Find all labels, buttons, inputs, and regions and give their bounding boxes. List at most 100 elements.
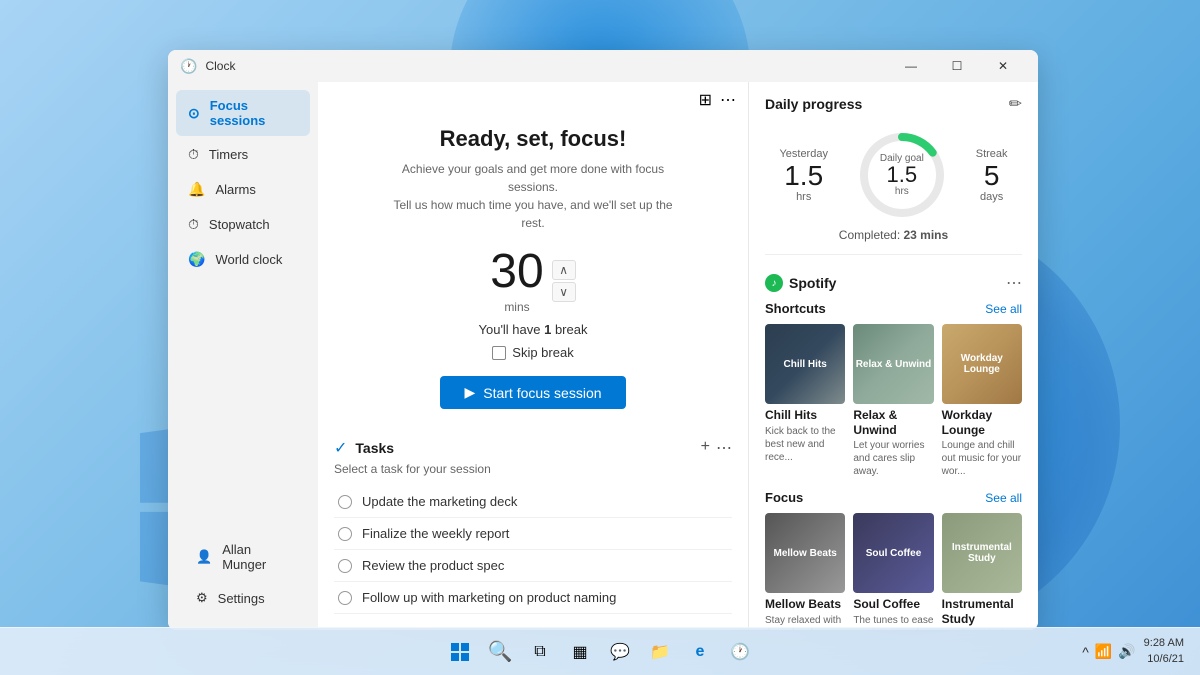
progress-section: Daily progress ✏ Yesterday 1.5 hrs [749,82,1038,263]
tasks-title: Tasks [355,440,394,456]
sidebar-item-world-clock-label: World clock [215,252,282,267]
task-radio-3[interactable] [338,559,352,573]
sidebar-item-stopwatch-label: Stopwatch [209,217,270,232]
instrumental-study-thumb-text: Instrumental Study [942,513,1022,593]
streak-stat: Streak 5 days [976,148,1008,203]
tasks-add-icon[interactable]: + [701,438,710,458]
music-card-soul-coffee[interactable]: Soul Coffee Soul Coffee The tunes to eas… [853,513,933,630]
main-content: ⊞ ⋯ Ready, set, focus! Achieve your goal… [318,82,1038,630]
skip-break-label: Skip break [512,345,573,360]
shortcuts-label: Shortcuts [765,301,826,316]
taskbar-start-button[interactable] [442,634,478,670]
spotify-more-icon[interactable]: ⋯ [1006,273,1022,293]
play-icon: ▶ [464,384,475,401]
task-item[interactable]: Follow up with marketing on product nami… [334,582,732,614]
instrumental-study-name: Instrumental Study [942,597,1022,626]
taskbar-time[interactable]: 9:28 AM 10/6/21 [1144,636,1184,667]
clock-window: 🕐 Clock — ☐ ✕ ⊙ Focus sessions ⏱ Timers … [168,50,1038,630]
sidebar-settings[interactable]: ⚙ Settings [184,582,302,614]
taskbar-task-view-icon[interactable]: ⧉ [522,634,558,670]
spotify-section: ♪ Spotify ⋯ Shortcuts See all Chill Hits [749,263,1038,630]
mellow-beats-thumbnail: Mellow Beats [765,513,845,593]
focus-subtitle: Achieve your goals and get more done wit… [393,160,673,232]
time-decrement-button[interactable]: ∨ [552,282,576,302]
focus-expand-icon[interactable]: ⊞ [699,90,712,110]
stopwatch-icon: ⏱ [188,216,199,233]
sidebar-item-focus-sessions[interactable]: ⊙ Focus sessions [176,90,310,136]
focus-more-icon[interactable]: ⋯ [720,90,736,110]
soul-coffee-thumbnail: Soul Coffee [853,513,933,593]
task-item[interactable]: Update the marketing deck [334,486,732,518]
system-tray-expand-icon[interactable]: ^ [1082,644,1089,660]
spotify-name: Spotify [789,275,836,291]
yesterday-value: 1.5 [779,162,828,190]
relax-unwind-thumbnail: Relax & Unwind [853,324,933,404]
chill-hits-desc: Kick back to the best new and rece... [765,425,845,464]
music-card-chill-hits[interactable]: Chill Hits Chill Hits Kick back to the b… [765,324,845,478]
sidebar-item-stopwatch[interactable]: ⏱ Stopwatch [176,208,310,241]
titlebar-title: Clock [205,59,880,73]
progress-section-header: Daily progress ✏ [765,94,1022,114]
focus-see-all-link[interactable]: See all [985,491,1022,505]
maximize-button[interactable]: ☐ [934,50,980,82]
time-value: 30 [490,248,543,296]
time-unit: mins [490,300,543,314]
spotify-title-row: ♪ Spotify [765,274,836,292]
start-btn-label: Start focus session [483,385,601,401]
skip-break-row: Skip break [492,345,573,360]
instrumental-study-thumbnail: Instrumental Study [942,513,1022,593]
music-card-instrumental-study[interactable]: Instrumental Study Instrumental Study A … [942,513,1022,630]
music-card-mellow-beats[interactable]: Mellow Beats Mellow Beats Stay relaxed w… [765,513,845,630]
minimize-button[interactable]: — [888,50,934,82]
alarms-icon: 🔔 [188,181,205,198]
task-item[interactable]: Finalize the weekly report [334,518,732,550]
soul-coffee-name: Soul Coffee [853,597,933,611]
focus-header-actions: ⊞ ⋯ [699,90,736,110]
volume-icon[interactable]: 🔊 [1118,643,1135,660]
taskbar-clock-icon[interactable]: 🕐 [722,634,758,670]
titlebar-app-icon: 🕐 [180,58,197,75]
sidebar-profile[interactable]: 👤 Allan Munger [184,534,302,580]
close-button[interactable]: ✕ [980,50,1026,82]
taskbar-widgets-icon[interactable]: ▦ [562,634,598,670]
time-selector: 30 mins ∧ ∨ [490,248,575,314]
sidebar: ⊙ Focus sessions ⏱ Timers 🔔 Alarms ⏱ Sto… [168,82,318,630]
task-text-3: Review the product spec [362,558,504,573]
tasks-check-icon: ✓ [334,438,347,458]
yesterday-stat: Yesterday 1.5 hrs [779,148,828,203]
task-radio-1[interactable] [338,495,352,509]
task-radio-4[interactable] [338,591,352,605]
relax-unwind-name: Relax & Unwind [853,408,933,437]
titlebar-controls: — ☐ ✕ [888,50,1026,82]
sidebar-item-world-clock[interactable]: 🌍 World clock [176,243,310,276]
task-text-4: Follow up with marketing on product nami… [362,590,616,605]
sidebar-settings-label: Settings [218,591,265,606]
task-item[interactable]: Review the product spec [334,550,732,582]
tasks-more-icon[interactable]: ⋯ [716,438,732,458]
taskbar-date-display: 10/6/21 [1144,652,1184,667]
daily-goal-unit: hrs [880,186,924,197]
sidebar-item-timers[interactable]: ⏱ Timers [176,138,310,171]
taskbar-file-explorer-icon[interactable]: 📁 [642,634,678,670]
skip-break-checkbox[interactable] [492,346,506,360]
taskbar-edge-icon[interactable]: e [682,634,718,670]
task-text-1: Update the marketing deck [362,494,517,509]
shortcuts-see-all-link[interactable]: See all [985,302,1022,316]
relax-unwind-thumb-text: Relax & Unwind [853,324,933,404]
music-card-relax-unwind[interactable]: Relax & Unwind Relax & Unwind Let your w… [853,324,933,478]
workday-lounge-name: Workday Lounge [942,408,1022,437]
taskbar-chat-icon[interactable]: 💬 [602,634,638,670]
tasks-section: ✓ Tasks + ⋯ Select a task for your sessi… [318,426,748,630]
chill-hits-thumbnail: Chill Hits [765,324,845,404]
task-radio-2[interactable] [338,527,352,541]
wifi-icon[interactable]: 📶 [1095,643,1112,660]
progress-edit-icon[interactable]: ✏ [1009,94,1022,114]
music-card-workday-lounge[interactable]: Workday Lounge Workday Lounge Lounge and… [942,324,1022,478]
sidebar-item-alarms[interactable]: 🔔 Alarms [176,173,310,206]
taskbar-search-icon[interactable]: 🔍 [482,634,518,670]
time-increment-button[interactable]: ∧ [552,260,576,280]
start-focus-session-button[interactable]: ▶ Start focus session [440,376,625,409]
tasks-subtitle: Select a task for your session [334,462,732,476]
taskbar-center: 🔍 ⧉ ▦ 💬 📁 e 🕐 [442,634,758,670]
sidebar-nav: ⊙ Focus sessions ⏱ Timers 🔔 Alarms ⏱ Sto… [168,90,318,526]
